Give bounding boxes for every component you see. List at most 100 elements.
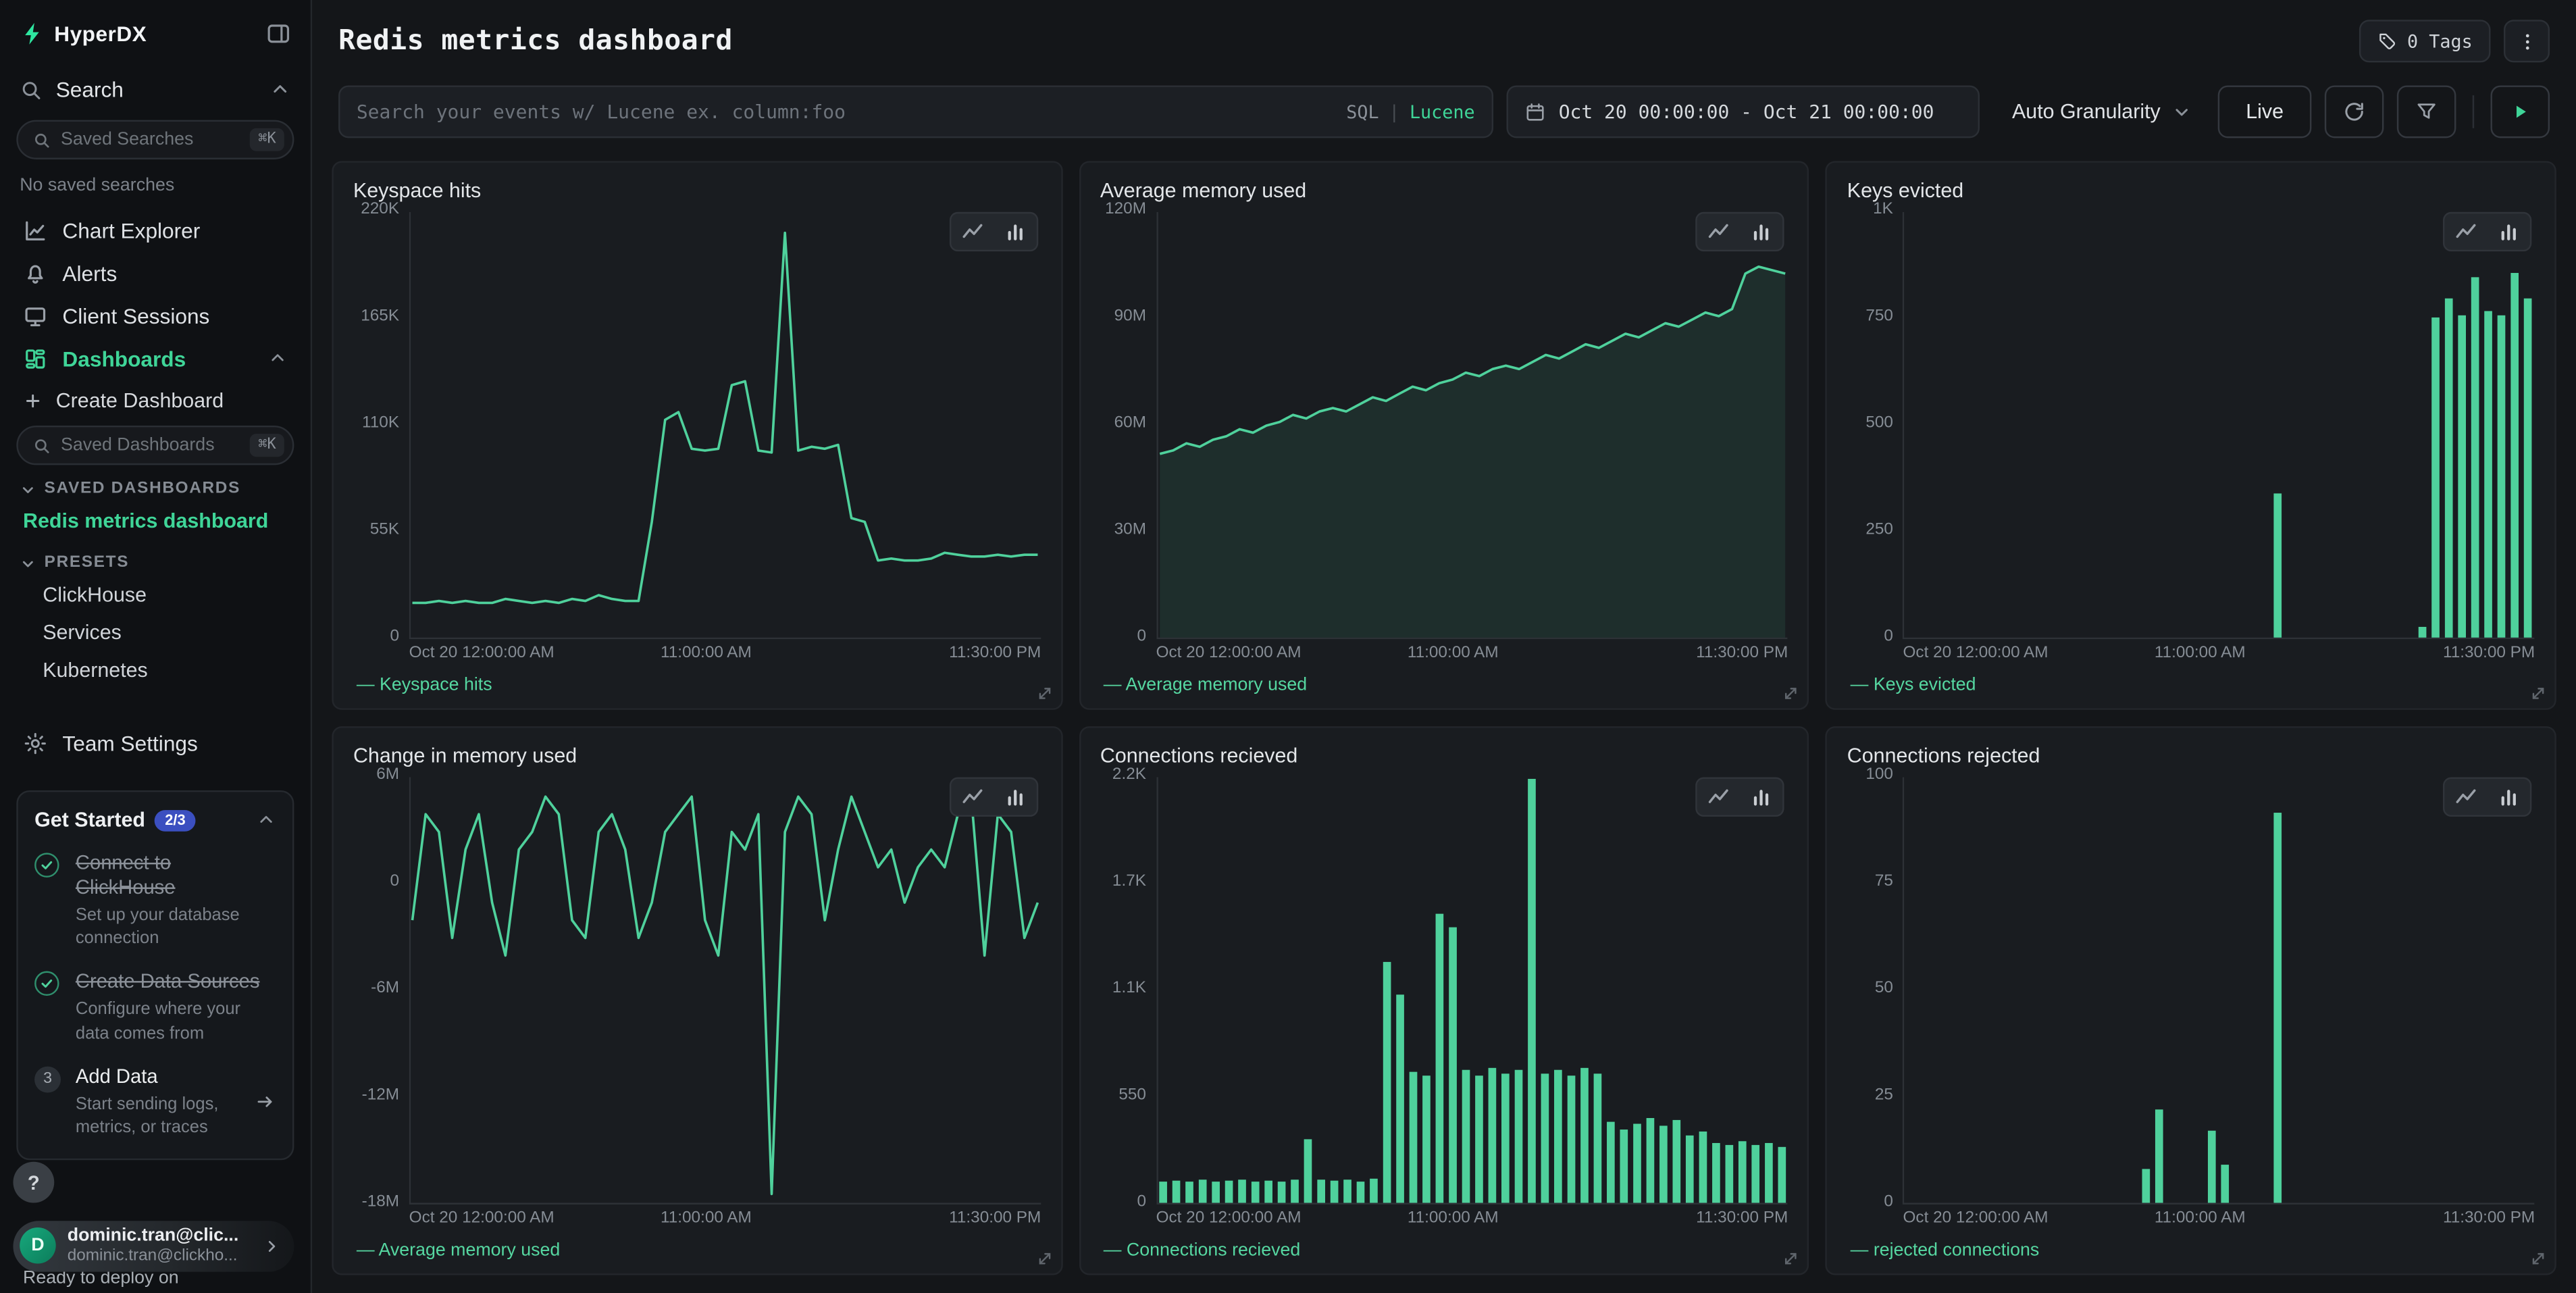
chart-card-keyspace-hits[interactable]: Keyspace hits 055K110K165K220K Oct 20 12… — [332, 161, 1062, 709]
bar-chart-icon-button[interactable] — [2488, 213, 2530, 250]
resize-handle-icon[interactable] — [1783, 685, 1799, 701]
get-started-step-sources[interactable]: Create Data Sources Configure where your… — [34, 970, 276, 1044]
bar-chart-icon-button[interactable] — [2488, 779, 2530, 815]
y-tick-label: 0 — [1137, 1193, 1146, 1211]
deploy-banner-line1: Ready to deploy on — [23, 1269, 211, 1291]
legend-item[interactable]: Keyspace hits — [353, 676, 1041, 695]
line-chart-icon-button[interactable] — [1697, 213, 1740, 250]
line-chart-icon-button[interactable] — [951, 779, 994, 815]
line-chart-icon-button[interactable] — [1697, 779, 1740, 815]
saved-dashboards-group[interactable]: SAVED DASHBOARDS — [0, 465, 311, 501]
presets-group[interactable]: PRESETS — [0, 539, 311, 576]
legend-item[interactable]: Average memory used — [353, 1240, 1041, 1260]
legend-item[interactable]: Connections recieved — [1100, 1240, 1788, 1260]
sidebar-collapse-button[interactable] — [266, 22, 290, 46]
y-tick-label: 220K — [361, 201, 399, 219]
chart-title: Keys evicted — [1847, 179, 2535, 202]
bar-chart-icon-button[interactable] — [994, 213, 1036, 250]
y-tick-label: 550 — [1118, 1086, 1146, 1105]
sidebar-item-services[interactable]: Services — [0, 613, 311, 651]
bar — [1620, 1130, 1628, 1202]
chart-body: 0255075100 — [1847, 778, 2535, 1205]
user-email: dominic.tran@clickho... — [68, 1247, 251, 1267]
resize-handle-icon[interactable] — [1783, 1250, 1799, 1267]
legend-item[interactable]: Keys evicted — [1847, 676, 2535, 695]
more-options-button[interactable] — [2504, 20, 2550, 62]
area-fill — [1159, 267, 1784, 638]
user-menu[interactable]: D dominic.tran@clic... dominic.tran@clic… — [13, 1221, 294, 1272]
resize-handle-icon[interactable] — [2530, 685, 2546, 701]
bar — [1553, 1070, 1562, 1203]
query-language-toggle[interactable]: SQL | Lucene — [1346, 101, 1474, 123]
run-query-button[interactable] — [2491, 85, 2550, 138]
y-tick-label: 60M — [1114, 414, 1146, 432]
main-content: Redis metrics dashboard 0 Tags Search yo… — [312, 0, 2576, 1293]
chart-canvas — [1156, 212, 1788, 639]
create-dashboard-button[interactable]: Create Dashboard — [0, 380, 311, 419]
refresh-button[interactable] — [2325, 85, 2384, 138]
bar-chart-icon-button[interactable] — [1741, 213, 1783, 250]
sidebar-item-client-sessions[interactable]: Client Sessions — [10, 294, 301, 336]
event-search-input[interactable]: Search your events w/ Lucene ex. column:… — [338, 85, 1493, 138]
sidebar-section-search[interactable]: Search — [0, 66, 311, 113]
saved-dashboards-input[interactable]: Saved Dashboards ⌘K — [16, 426, 294, 465]
legend-item[interactable]: rejected connections — [1847, 1240, 2535, 1260]
sidebar-item-chart-explorer[interactable]: Chart Explorer — [10, 209, 301, 251]
dashboard-grid-icon — [23, 346, 47, 370]
resize-handle-icon[interactable] — [1036, 1250, 1052, 1267]
bar — [1251, 1182, 1259, 1202]
resize-handle-icon[interactable] — [1036, 685, 1052, 701]
legend-item[interactable]: Average memory used — [1100, 676, 1788, 695]
sidebar-item-alerts[interactable]: Alerts — [10, 251, 301, 294]
line-chart-icon-button[interactable] — [2444, 213, 2487, 250]
sidebar-item-clickhouse[interactable]: ClickHouse — [0, 575, 311, 613]
live-button[interactable]: Live — [2218, 85, 2311, 138]
legend-label: Average memory used — [1104, 676, 1307, 695]
chevron-right-icon — [263, 1237, 281, 1255]
chart-card-connections-recieved[interactable]: Connections recieved 05501.1K1.7K2.2K Oc… — [1079, 726, 1809, 1275]
help-button[interactable]: ? — [13, 1162, 54, 1203]
bar — [2511, 273, 2519, 638]
bar-chart-icon-button[interactable] — [1741, 779, 1783, 815]
get-started-header[interactable]: Get Started 2/3 — [34, 809, 276, 832]
bar — [2485, 311, 2493, 637]
chart-card-change-in-memory-used[interactable]: Change in memory used -18M-12M-6M06M Oct… — [332, 726, 1062, 1275]
chart-canvas — [409, 212, 1041, 639]
get-started-step-connect[interactable]: Connect to ClickHouse Set up your databa… — [34, 851, 276, 950]
sidebar-item-kubernetes[interactable]: Kubernetes — [0, 651, 311, 688]
y-tick-label: 0 — [390, 628, 400, 646]
sidebar-item-redis-dashboard[interactable]: Redis metrics dashboard — [0, 501, 311, 539]
bar-chart-icon-button[interactable] — [994, 779, 1036, 815]
search-section-icon — [20, 78, 43, 101]
chart-body: 05501.1K1.7K2.2K — [1100, 778, 1788, 1205]
y-tick-label: 6M — [376, 765, 399, 784]
chart-card-average-memory-used[interactable]: Average memory used 030M60M90M120M Oct 2… — [1079, 161, 1809, 709]
x-tick-label: Oct 20 12:00:00 AM — [1156, 644, 1302, 662]
y-tick-label: 25 — [1875, 1086, 1893, 1105]
search-icon — [33, 130, 51, 149]
dots-vertical-icon — [2516, 30, 2538, 52]
y-axis: 030M60M90M120M — [1100, 212, 1156, 639]
saved-searches-input[interactable]: Saved Searches ⌘K — [16, 120, 294, 159]
header-actions: 0 Tags — [2360, 20, 2550, 62]
bar — [1593, 1073, 1601, 1202]
x-tick-label: 11:00:00 AM — [2155, 644, 2246, 662]
chart-card-connections-rejected[interactable]: Connections rejected 0255075100 Oct 20 1… — [1826, 726, 2556, 1275]
sidebar-item-dashboards[interactable]: Dashboards — [10, 337, 301, 380]
tags-button[interactable]: 0 Tags — [2360, 20, 2491, 62]
chart-title: Keyspace hits — [353, 179, 1041, 202]
get-started-step-add-data[interactable]: 3 Add Data Start sending logs, metrics, … — [34, 1064, 276, 1138]
sidebar-item-team-settings[interactable]: Team Settings — [10, 721, 301, 764]
lucene-toggle-label[interactable]: Lucene — [1410, 101, 1475, 123]
chart-card-keys-evicted[interactable]: Keys evicted 02505007501K Oct 20 12:00:0… — [1826, 161, 2556, 709]
sql-toggle-label[interactable]: SQL — [1346, 101, 1379, 123]
resize-handle-icon[interactable] — [2530, 1250, 2546, 1267]
tags-label: 0 Tags — [2407, 30, 2473, 52]
granularity-select[interactable]: Auto Granularity — [1999, 85, 2205, 138]
y-axis: -18M-12M-6M06M — [353, 778, 409, 1205]
line-chart-icon-button[interactable] — [2444, 779, 2487, 815]
line-chart-icon-button[interactable] — [951, 213, 994, 250]
filter-button[interactable] — [2397, 85, 2456, 138]
granularity-value: Auto Granularity — [2012, 100, 2161, 123]
date-range-picker[interactable]: Oct 20 00:00:00 - Oct 21 00:00:00 — [1506, 85, 1980, 138]
